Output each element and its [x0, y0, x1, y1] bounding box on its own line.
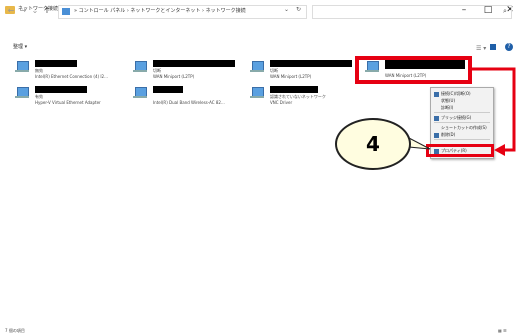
status-bar — [0, 326, 518, 336]
step-callout: 4 — [335, 118, 411, 170]
callout-arrow — [408, 67, 516, 156]
view-toggle-icons[interactable]: ▦ ☰ — [498, 328, 507, 333]
item-count: 7 個の項目 — [5, 328, 25, 333]
callout-pointer — [408, 137, 431, 150]
connector-line — [472, 67, 516, 152]
arrowhead-icon — [494, 144, 505, 156]
